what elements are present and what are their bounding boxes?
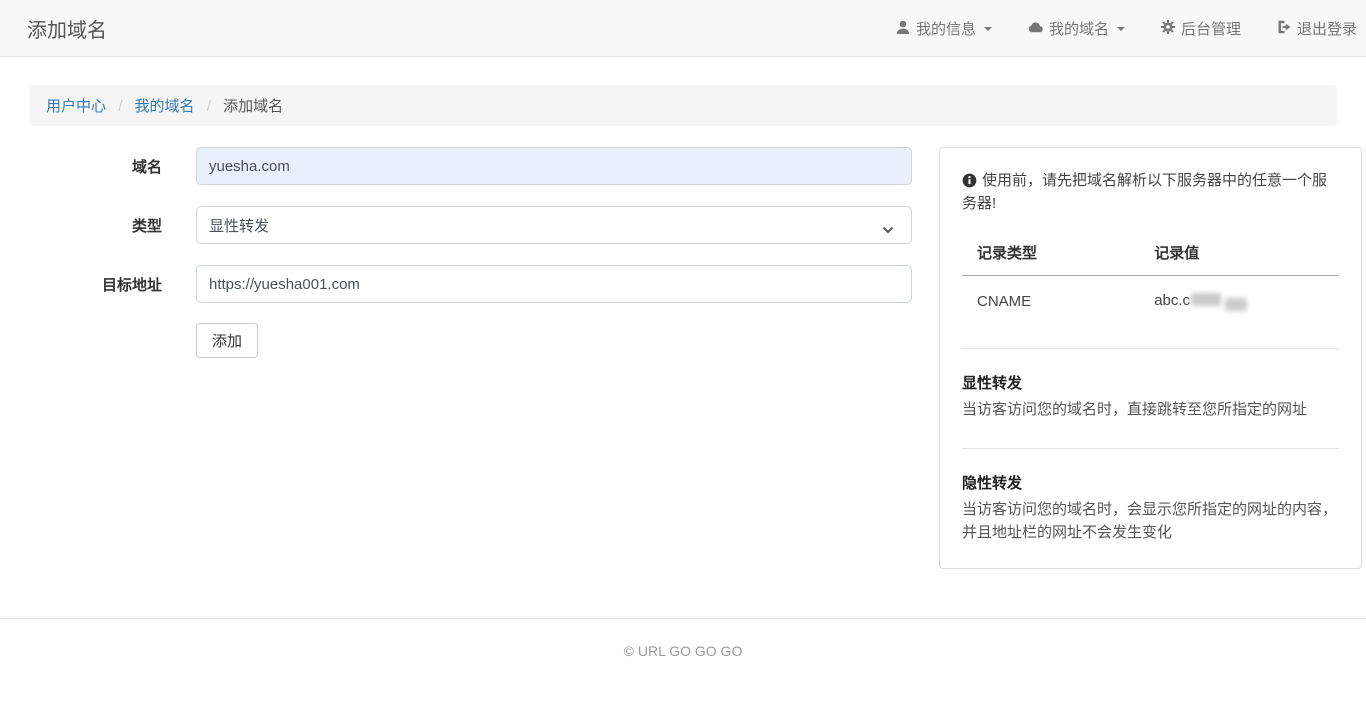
section-body: 当访客访问您的域名时，会显示您所指定的网址的内容，并且地址栏的网址不会发生变化 — [962, 498, 1339, 545]
sign-out-icon — [1277, 20, 1291, 38]
type-select-value: 显性转发 — [209, 215, 269, 236]
nav-item-label: 后台管理 — [1181, 18, 1241, 39]
add-button[interactable]: 添加 — [196, 323, 258, 358]
form-row-target: 目标地址 — [29, 265, 912, 303]
record-type-cell: CNAME — [962, 275, 1139, 321]
dns-record-table: 记录类型 记录值 CNAME abc.c — [962, 232, 1339, 321]
form-row-type: 类型 显性转发 — [29, 206, 912, 244]
breadcrumb-link-user-center[interactable]: 用户中心 — [46, 98, 106, 115]
divider — [962, 448, 1339, 449]
nav-item-label: 退出登录 — [1297, 18, 1357, 39]
nav-item-admin[interactable]: 后台管理 — [1161, 18, 1241, 39]
breadcrumb-link-my-domains[interactable]: 我的域名 — [135, 98, 195, 115]
target-url-label: 目标地址 — [29, 265, 162, 303]
implicit-forward-section: 隐性转发 当访客访问您的域名时，会显示您所指定的网址的内容，并且地址栏的网址不会… — [962, 472, 1339, 545]
table-row: CNAME abc.c — [962, 275, 1339, 321]
nav-item-label: 我的信息 — [916, 18, 976, 39]
dns-notice-text: 使用前，请先把域名解析以下服务器中的任意一个服务器! — [962, 172, 1327, 212]
type-select[interactable]: 显性转发 — [196, 206, 912, 244]
explicit-forward-section: 显性转发 当访客访问您的域名时，直接跳转至您所指定的网址 — [962, 372, 1339, 421]
main-content: 域名 类型 显性转发 目标地址 添加 使用前，请先把域名解析以下服务器中的任意一… — [0, 147, 1366, 569]
record-type-header: 记录类型 — [962, 232, 1139, 276]
redacted-text — [1191, 293, 1221, 306]
record-value-header: 记录值 — [1139, 232, 1339, 276]
section-title: 显性转发 — [962, 372, 1339, 393]
form-row-domain: 域名 — [29, 147, 912, 185]
cloud-icon — [1028, 20, 1043, 38]
footer: © URL GO GO GO — [0, 618, 1366, 659]
section-title: 隐性转发 — [962, 472, 1339, 493]
dns-notice: 使用前，请先把域名解析以下服务器中的任意一个服务器! — [962, 169, 1339, 216]
nav-item-logout[interactable]: 退出登录 — [1277, 18, 1357, 39]
nav-item-my-domains[interactable]: 我的域名 — [1028, 18, 1125, 39]
record-value-cell: abc.c — [1139, 275, 1339, 321]
domain-label: 域名 — [29, 147, 162, 185]
user-icon — [896, 20, 910, 38]
nav-item-label: 我的域名 — [1049, 18, 1109, 39]
top-nav: 我的信息 我的域名 — [896, 0, 1366, 57]
add-domain-form: 域名 类型 显性转发 目标地址 添加 — [29, 147, 912, 358]
dns-info-panel: 使用前，请先把域名解析以下服务器中的任意一个服务器! 记录类型 记录值 CNAM… — [939, 147, 1362, 569]
breadcrumb: 用户中心 / 我的域名 / 添加域名 — [30, 85, 1337, 126]
breadcrumb-separator: / — [207, 98, 211, 115]
info-circle-icon — [962, 172, 982, 189]
copyright-text: © URL GO GO GO — [624, 643, 743, 659]
navbar: 添加域名 我的信息 我的域名 — [0, 0, 1366, 57]
chevron-down-icon — [882, 221, 894, 238]
caret-down-icon — [984, 27, 992, 31]
nav-item-my-info[interactable]: 我的信息 — [896, 18, 992, 39]
target-url-input[interactable] — [196, 265, 912, 303]
form-actions: 添加 — [29, 323, 912, 358]
section-body: 当访客访问您的域名时，直接跳转至您所指定的网址 — [962, 398, 1339, 421]
gear-icon — [1161, 20, 1175, 38]
divider — [962, 348, 1339, 349]
page-title: 添加域名 — [27, 14, 107, 43]
breadcrumb-current: 添加域名 — [223, 98, 283, 115]
breadcrumb-separator: / — [118, 98, 122, 115]
domain-input[interactable] — [196, 147, 912, 185]
record-value-visible: abc.c — [1154, 292, 1190, 309]
type-label: 类型 — [29, 206, 162, 244]
caret-down-icon — [1117, 27, 1125, 31]
redacted-text — [1225, 298, 1247, 311]
